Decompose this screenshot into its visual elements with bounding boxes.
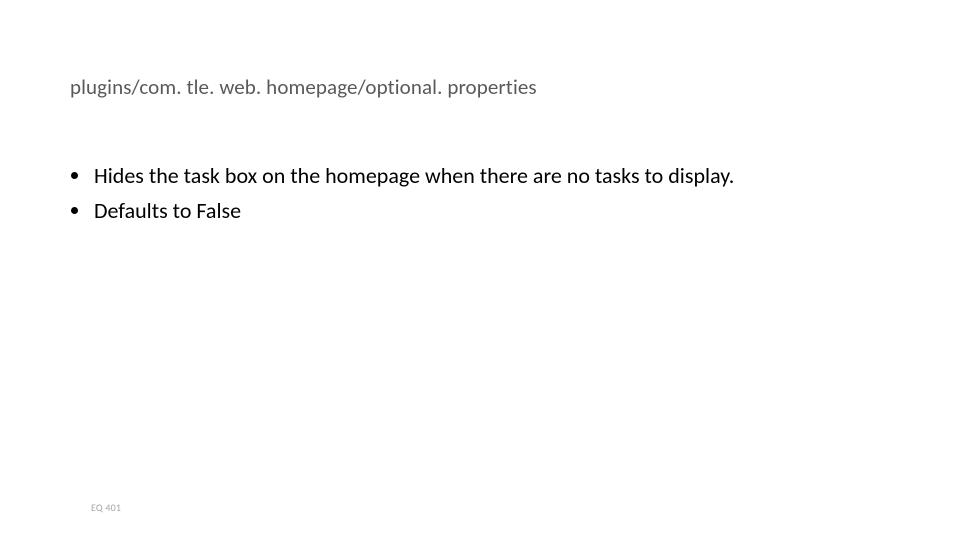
list-item: Hides the task box on the homepage when … — [92, 158, 734, 193]
slide: plugins/com. tle. web. homepage/optional… — [0, 0, 960, 540]
list-item: Defaults to False — [92, 193, 734, 228]
slide-heading: plugins/com. tle. web. homepage/optional… — [70, 74, 537, 100]
slide-footer-code: EQ 401 — [91, 501, 121, 514]
bullet-list: Hides the task box on the homepage when … — [70, 158, 734, 228]
slide-body: Hides the task box on the homepage when … — [70, 158, 734, 228]
